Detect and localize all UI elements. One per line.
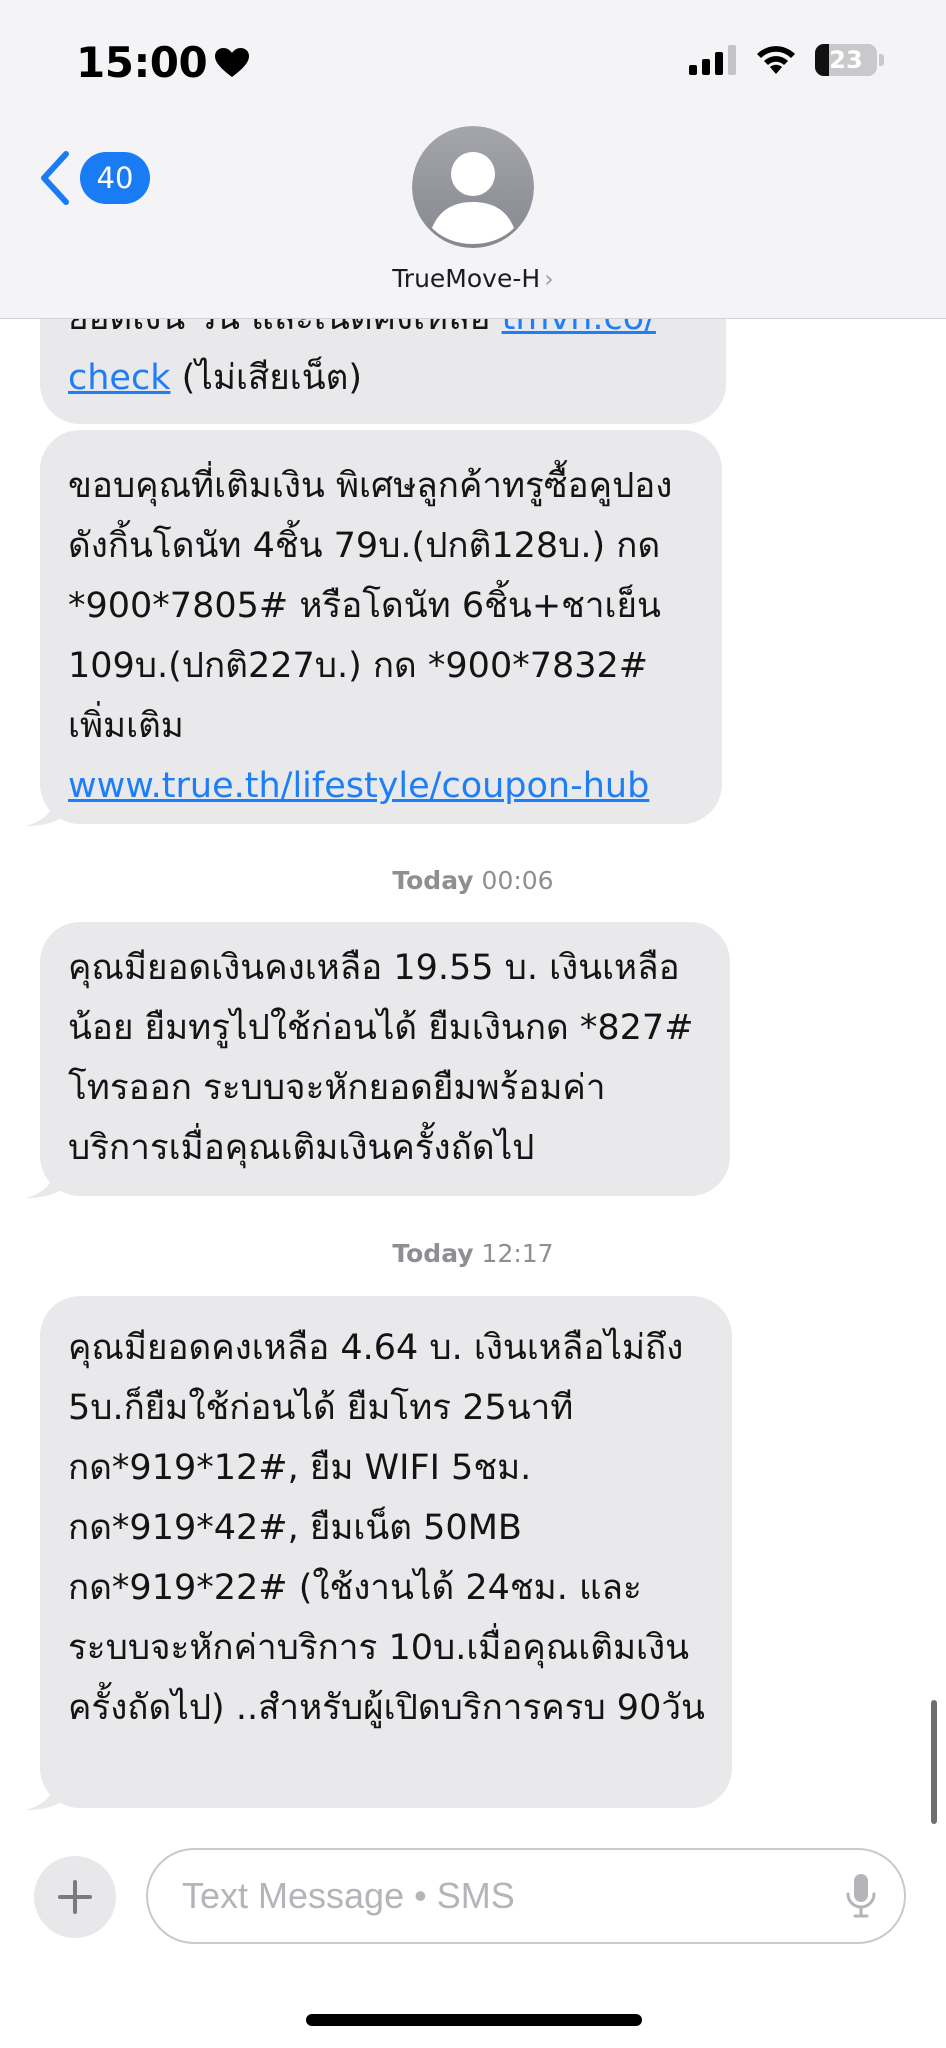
status-icons: 23 [689,44,884,76]
signal-icon [689,45,736,75]
battery-icon: 23 [815,44,877,76]
contact-name[interactable]: TrueMove-H › [0,264,946,293]
person-icon [412,126,534,248]
message-input-container[interactable] [146,1848,906,1944]
microphone-icon[interactable] [846,1874,876,1918]
unread-count-badge: 40 [80,152,150,204]
chevron-left-icon [41,151,69,205]
message-1-link-check[interactable]: check [68,358,170,398]
chevron-right-icon: › [544,265,554,293]
heart-icon [215,47,250,77]
conversation-header: 15:00 23 40 TrueMove-H › [0,0,946,319]
message-2-text: ขอบคุณที่เติมเงิน พิเศษลูกค้าทรูซื้อคูปอ… [68,466,673,746]
message-1-line-2: check (ไม่เสียเน็ต) [68,358,363,398]
message-bubble-2[interactable]: ขอบคุณที่เติมเงิน พิเศษลูกค้าทรูซื้อคูปอ… [40,430,722,824]
message-bubble-4[interactable]: คุณมียอดคงเหลือ 4.64 บ. เงินเหลือไม่ถึง … [40,1296,732,1808]
contact-name-text: TrueMove-H [392,264,541,293]
bubble-tail [26,796,66,826]
home-indicator[interactable] [306,2014,642,2026]
message-3-text: คุณมียอดเงินคงเหลือ 19.55 บ. เงินเหลือน้… [68,948,694,1168]
timestamp-2: Today 12:17 [392,1239,554,1268]
message-bubble-3[interactable]: คุณมียอดเงินคงเหลือ 19.55 บ. เงินเหลือน้… [40,922,730,1196]
contact-avatar[interactable] [412,126,534,248]
apps-plus-button[interactable] [34,1856,116,1938]
battery-nub [879,54,884,66]
wifi-icon [757,46,795,74]
bubble-tail [26,1780,66,1810]
scroll-indicator[interactable] [931,1700,937,1824]
plus-icon [58,1880,92,1914]
message-4-text: คุณมียอดคงเหลือ 4.64 บ. เงินเหลือไม่ถึง … [68,1328,705,1728]
battery-level: 23 [829,46,863,74]
message-input[interactable] [180,1874,846,1918]
back-button[interactable]: 40 [38,150,150,206]
bubble-tail [26,1168,66,1198]
timestamp-1: Today 00:06 [392,866,554,895]
coupon-hub-link[interactable]: www.true.th/lifestyle/coupon-hub [68,766,649,806]
status-time: 15:00 [76,38,250,87]
